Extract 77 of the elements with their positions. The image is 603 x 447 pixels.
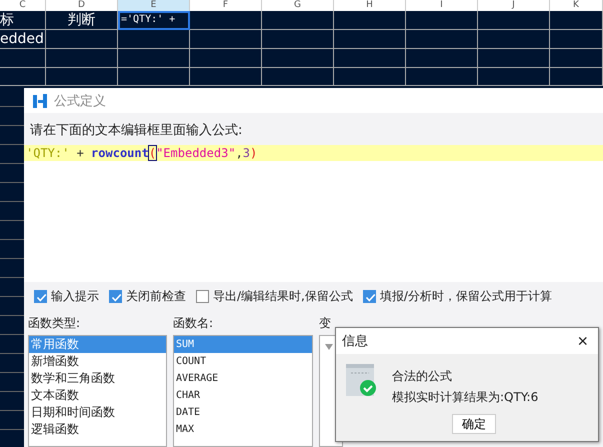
table-cell[interactable] xyxy=(406,11,478,30)
table-cell[interactable] xyxy=(118,49,190,68)
table-cell[interactable] xyxy=(550,11,603,30)
table-cell[interactable] xyxy=(190,49,262,68)
column-header[interactable]: C xyxy=(0,0,46,11)
checkbox-label: 导出/编辑结果时,保留公式 xyxy=(213,288,353,305)
function-name-item[interactable]: MAX xyxy=(174,421,312,438)
table-cell[interactable] xyxy=(262,30,334,49)
message-text: 模拟实时计算结果为:QTY:6 xyxy=(392,389,538,406)
table-cell[interactable] xyxy=(190,68,262,86)
table-cell[interactable] xyxy=(262,11,334,30)
dialog-title: 信息 xyxy=(342,333,368,350)
column-header[interactable]: E xyxy=(118,0,190,11)
message-text: 合法的公式 xyxy=(392,368,453,385)
table-cell[interactable] xyxy=(190,30,262,49)
table-cell[interactable] xyxy=(190,11,262,30)
table-cell[interactable] xyxy=(334,11,406,30)
table-cell[interactable] xyxy=(118,30,190,49)
table-cell[interactable] xyxy=(46,30,118,49)
column-header[interactable]: I xyxy=(406,0,478,11)
function-type-item[interactable]: 文本函数 xyxy=(29,387,166,404)
table-cell[interactable] xyxy=(550,49,603,68)
checkbox[interactable] xyxy=(109,290,122,303)
table-cell[interactable]: ='QTY:' + xyxy=(118,11,190,30)
window-title: 公式定义 xyxy=(54,92,106,110)
table-cell[interactable] xyxy=(334,49,406,68)
column-header[interactable]: H xyxy=(334,0,406,11)
checkbox-label: 关闭前检查 xyxy=(126,288,186,305)
table-cell[interactable]: edded xyxy=(0,30,46,49)
table-cell[interactable] xyxy=(118,68,190,86)
list-label: 函数名: xyxy=(173,315,214,332)
table-cell[interactable] xyxy=(406,30,478,49)
column-header[interactable]: F xyxy=(190,0,262,11)
checkbox-label: 填报/分析时，保留公式用于计算 xyxy=(380,288,552,305)
checkbox[interactable] xyxy=(196,290,209,303)
table-cell[interactable] xyxy=(478,30,550,49)
table-cell[interactable] xyxy=(406,49,478,68)
function-type-item[interactable]: 逻辑函数 xyxy=(29,421,166,438)
checkbox[interactable] xyxy=(34,290,47,303)
table-cell[interactable] xyxy=(334,30,406,49)
table-cell[interactable] xyxy=(0,68,46,86)
list-label: 函数类型: xyxy=(28,315,82,332)
column-header[interactable]: K xyxy=(550,0,603,11)
function-name-item[interactable]: CHAR xyxy=(174,387,312,404)
table-cell[interactable] xyxy=(478,49,550,68)
table-cell[interactable] xyxy=(46,49,118,68)
table-cell[interactable] xyxy=(262,49,334,68)
column-header[interactable]: G xyxy=(262,0,334,11)
expand-arrow-icon[interactable] xyxy=(325,344,333,350)
table-cell[interactable] xyxy=(262,68,334,86)
formula-text[interactable]: 'QTY:' + rowcount("Embedded3",3) xyxy=(24,145,603,162)
table-cell[interactable] xyxy=(0,49,46,68)
close-button[interactable]: × xyxy=(573,331,592,351)
instruction-text: 请在下面的文本编辑框里面输入公式: xyxy=(29,122,244,140)
table-cell[interactable]: 标 xyxy=(0,11,46,30)
table-cell[interactable] xyxy=(478,11,550,30)
table-cell[interactable] xyxy=(550,30,603,49)
app-logo-icon xyxy=(32,92,48,109)
function-type-item[interactable]: 新增函数 xyxy=(29,353,166,370)
table-cell[interactable] xyxy=(550,68,603,86)
ok-button[interactable]: 确定 xyxy=(452,414,496,434)
checkbox[interactable] xyxy=(362,290,376,303)
function-type-item[interactable]: 日期和时间函数 xyxy=(29,404,166,421)
list-label: 变 xyxy=(319,315,332,332)
column-header[interactable]: J xyxy=(478,0,550,11)
success-icon xyxy=(346,364,376,398)
checkbox-label: 输入提示 xyxy=(51,288,99,305)
table-cell[interactable] xyxy=(334,68,406,86)
function-type-item[interactable]: 数学和三角函数 xyxy=(29,370,166,387)
formula-editor[interactable]: 'QTY:' + rowcount("Embedded3",3) xyxy=(24,145,603,282)
table-cell[interactable]: 判断 xyxy=(46,11,118,30)
table-cell[interactable] xyxy=(46,68,118,86)
function-name-item[interactable]: COUNT xyxy=(174,353,312,370)
table-cell[interactable] xyxy=(406,68,478,86)
function-name-item[interactable]: DATE xyxy=(174,404,312,421)
function-name-item[interactable]: AVERAGE xyxy=(174,370,312,387)
table-cell[interactable] xyxy=(478,68,550,86)
